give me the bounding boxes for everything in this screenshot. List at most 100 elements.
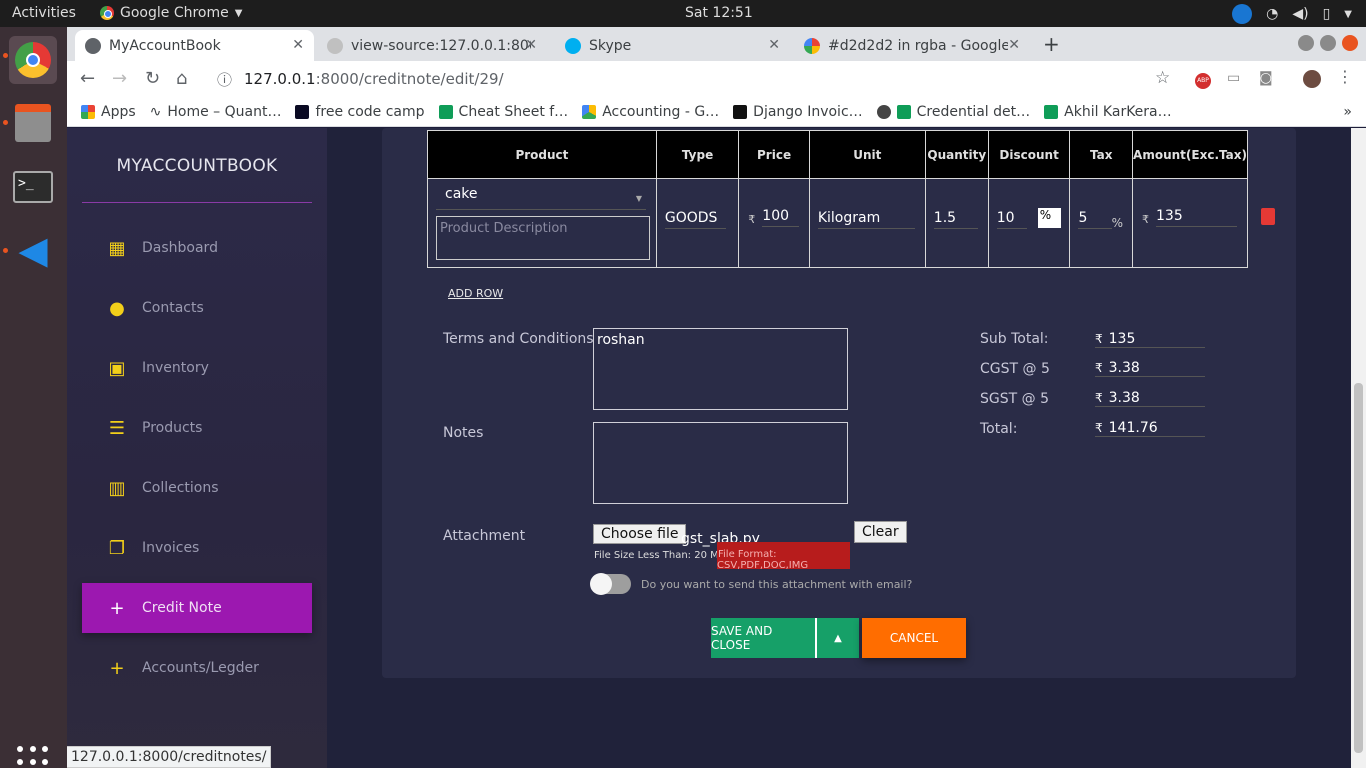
- sidebar-item-credit-note[interactable]: + Credit Note: [82, 583, 312, 633]
- sidebar-item-accounts-ledger[interactable]: + Accounts/Legder: [82, 643, 312, 693]
- product-cell: cake ▼ Product Description: [427, 178, 657, 268]
- sidebar-item-inventory[interactable]: ▣ Inventory: [82, 343, 312, 393]
- save-options-button[interactable]: ▲: [817, 618, 859, 658]
- tab-title: #d2d2d2 in rgba - Google: [828, 37, 1008, 54]
- bookmark-cheatsheet[interactable]: Cheat Sheet f…: [438, 104, 568, 120]
- sidebar-item-dashboard[interactable]: ▦ Dashboard: [82, 223, 312, 273]
- scrollbar-thumb[interactable]: [1354, 383, 1363, 753]
- info-icon[interactable]: ⓘ: [217, 69, 232, 90]
- pulse-icon: ∿: [149, 103, 162, 120]
- sidebar-item-invoices[interactable]: ❐ Invoices: [82, 523, 312, 573]
- cast-icon[interactable]: ▭: [1227, 70, 1240, 86]
- amount-value: 135: [1156, 208, 1237, 227]
- bookmark-akhil[interactable]: Akhil KarKera…: [1044, 104, 1172, 120]
- add-row-link[interactable]: ADD ROW: [448, 287, 503, 300]
- tab-google[interactable]: #d2d2d2 in rgba - Google ✕: [794, 30, 1030, 61]
- unit-value[interactable]: Kilogram: [817, 210, 915, 229]
- bookmark-apps[interactable]: Apps: [81, 104, 136, 120]
- quantity-input[interactable]: 1.5: [933, 210, 978, 229]
- sidebar-item-products[interactable]: ☰ Products: [82, 403, 312, 453]
- dock-chrome[interactable]: [9, 36, 57, 84]
- clear-button[interactable]: Clear: [854, 521, 907, 543]
- bookmark-accounting[interactable]: Accounting - G…: [582, 104, 719, 120]
- cancel-button[interactable]: CANCEL: [862, 618, 966, 658]
- close-icon[interactable]: ✕: [292, 37, 304, 53]
- running-indicator: [3, 248, 8, 253]
- close-icon[interactable]: ✕: [525, 37, 537, 53]
- minimize-icon[interactable]: [1298, 35, 1314, 51]
- email-attachment-toggle[interactable]: [590, 573, 631, 595]
- maximize-icon[interactable]: [1320, 35, 1336, 51]
- choose-file-button[interactable]: Choose file: [593, 524, 687, 544]
- discount-unit-select[interactable]: %: [1037, 208, 1061, 228]
- dock-files[interactable]: [9, 99, 57, 147]
- price-cell: ₹ 100: [738, 178, 810, 268]
- dashboard-icon: ▦: [108, 237, 126, 259]
- volume-icon[interactable]: ◀): [1292, 6, 1308, 22]
- menu-kebab-icon[interactable]: ⋮: [1337, 67, 1353, 86]
- power-menu-icon[interactable]: ▼: [1344, 9, 1352, 20]
- system-top-bar: Activities Google Chrome ▼ Sat 12:51 ◔ ◀…: [0, 0, 1366, 27]
- page-scrollbar[interactable]: [1351, 128, 1366, 768]
- close-icon[interactable]: ✕: [768, 37, 780, 53]
- reload-icon[interactable]: ↻: [145, 68, 160, 89]
- tab-title: MyAccountBook: [109, 37, 221, 54]
- product-description-field[interactable]: Product Description: [436, 216, 650, 260]
- inventory-icon: ▣: [108, 357, 126, 379]
- bookmarks-overflow-icon[interactable]: »: [1343, 104, 1352, 120]
- tab-view-source[interactable]: view-source:127.0.0.1:800 ✕: [317, 30, 547, 61]
- sidebar-item-contacts[interactable]: ● Contacts: [82, 283, 312, 333]
- forward-arrow-icon[interactable]: →: [112, 68, 127, 89]
- dock-terminal[interactable]: >_: [9, 163, 57, 211]
- brand-title[interactable]: MYACCOUNTBOOK: [67, 156, 327, 176]
- bookmark-credential[interactable]: Credential det…: [876, 104, 1030, 120]
- new-tab-button[interactable]: +: [1043, 32, 1060, 56]
- address-bar[interactable]: ⓘ 127.0.0.1 :8000/creditnote/edit/29/: [207, 65, 1187, 93]
- system-tray[interactable]: ◔ ◀) ▯ ▼: [1232, 4, 1352, 24]
- notes-textarea[interactable]: [593, 422, 848, 504]
- back-arrow-icon[interactable]: ←: [80, 68, 95, 89]
- camera-icon[interactable]: ◙: [1259, 70, 1273, 86]
- price-input[interactable]: 100: [762, 208, 799, 227]
- window-close-icon[interactable]: [1342, 35, 1358, 51]
- wifi-icon[interactable]: ◔: [1266, 6, 1278, 22]
- bookmark-label: Apps: [101, 103, 136, 120]
- discount-input[interactable]: 10: [996, 210, 1028, 229]
- tax-input[interactable]: 5: [1078, 210, 1113, 229]
- bookmarks-bar: Apps ∿ Home – Quant… free code camp Cheat…: [67, 97, 1366, 127]
- file-size-hint: File Size Less Than: 20 MB |: [594, 550, 733, 561]
- tab-skype[interactable]: Skype ✕: [555, 30, 790, 61]
- home-icon[interactable]: ⌂: [176, 68, 187, 89]
- bookmark-freecodecamp[interactable]: free code camp: [295, 103, 425, 120]
- attachment-label: Attachment: [443, 528, 526, 544]
- sgst-amount: 3.38: [1108, 390, 1140, 406]
- sidebar: MYACCOUNTBOOK ▦ Dashboard ● Contacts ▣ I…: [67, 128, 327, 768]
- activities-button[interactable]: Activities: [12, 5, 76, 21]
- product-select[interactable]: cake ▼: [436, 186, 646, 210]
- profile-avatar[interactable]: [1303, 70, 1321, 92]
- sidebar-item-label: Inventory: [142, 360, 209, 376]
- app-menu-label: Google Chrome: [120, 5, 229, 21]
- app-menu[interactable]: Google Chrome ▼: [100, 5, 242, 21]
- save-and-close-button[interactable]: SAVE AND CLOSE: [711, 618, 817, 658]
- terms-textarea[interactable]: roshan: [593, 328, 848, 410]
- bookmark-quant[interactable]: ∿ Home – Quant…: [150, 104, 282, 120]
- adblock-icon[interactable]: ABP: [1195, 70, 1211, 89]
- django-icon: [733, 104, 748, 119]
- sidebar-item-collections[interactable]: ▥ Collections: [82, 463, 312, 513]
- battery-icon[interactable]: ▯: [1323, 6, 1331, 22]
- dock-vscode[interactable]: ◀: [9, 226, 57, 274]
- tax-unit: %: [1111, 216, 1124, 230]
- teamviewer-icon[interactable]: [1232, 4, 1253, 24]
- trash-icon[interactable]: [1261, 208, 1275, 225]
- cgst-amount: 3.38: [1108, 360, 1140, 376]
- clock[interactable]: Sat 12:51: [685, 5, 753, 21]
- bookmark-django[interactable]: Django Invoic…: [733, 104, 863, 120]
- show-applications-icon[interactable]: [17, 746, 49, 768]
- bookmark-label: free code camp: [315, 103, 425, 120]
- currency-symbol: ₹: [748, 213, 756, 226]
- currency-symbol: ₹: [1095, 391, 1103, 405]
- bookmark-star-icon[interactable]: ☆: [1155, 68, 1170, 88]
- close-icon[interactable]: ✕: [1008, 37, 1020, 53]
- tab-myaccountbook[interactable]: MyAccountBook ✕: [75, 30, 314, 61]
